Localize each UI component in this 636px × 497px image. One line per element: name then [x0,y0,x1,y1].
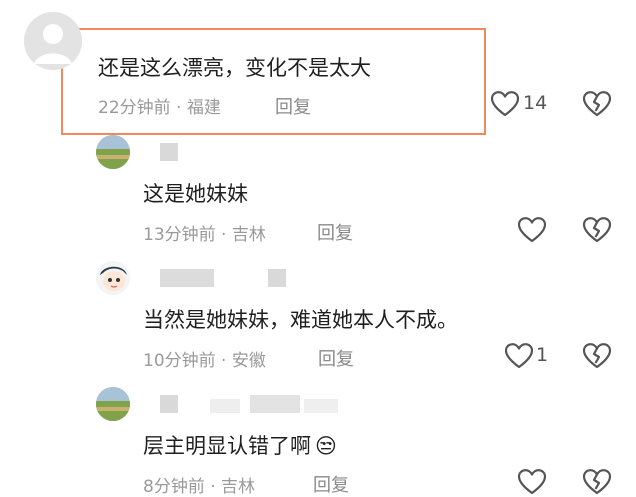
broken-heart-icon[interactable] [583,217,611,243]
like-count: 14 [523,92,548,114]
comment-text-body: 层主明显认错了啊 [143,434,311,458]
broken-heart-icon[interactable] [583,469,611,495]
like-count: 1 [536,344,549,366]
heart-icon[interactable] [505,343,533,369]
comment-text: 这是她妹妹 [143,182,248,206]
reply-button[interactable]: 回复 [275,93,311,119]
avatar[interactable] [24,12,82,70]
avatar[interactable] [96,261,130,295]
heart-icon[interactable] [518,217,546,243]
reply-button[interactable]: 回复 [317,219,353,245]
comment-meta: 13分钟前 · 吉林 [143,225,266,245]
heart-icon[interactable] [518,469,546,495]
cartoon-avatar-icon [96,261,130,295]
username-blurred [160,395,178,413]
username-blurred [210,399,240,413]
avatar[interactable] [96,135,130,169]
landscape-avatar-icon [96,387,130,421]
broken-heart-icon[interactable] [583,91,611,117]
username-blurred [304,399,338,413]
username-blurred [160,269,214,287]
comment-text: 当然是她妹妹，难道她本人不成。 [143,308,458,332]
emoji: 😒 [315,434,337,458]
comment-text: 层主明显认错了啊 😒 [143,430,337,460]
username-blurred [250,395,300,413]
heart-icon[interactable] [491,91,519,117]
comment-meta: 8分钟前 · 吉林 [143,477,256,497]
landscape-avatar-icon [96,135,130,169]
default-avatar-icon [24,12,82,70]
username-blurred [160,143,178,161]
username-blurred [268,269,286,287]
avatar[interactable] [96,387,130,421]
broken-heart-icon[interactable] [583,343,611,369]
reply-button[interactable]: 回复 [318,345,354,371]
reply-button[interactable]: 回复 [313,471,349,497]
comment-meta: 10分钟前 · 安徽 [143,351,266,371]
comment-meta: 22分钟前 · 福建 [98,98,221,118]
comment-text: 还是这么漂亮，变化不是太大 [98,56,371,80]
